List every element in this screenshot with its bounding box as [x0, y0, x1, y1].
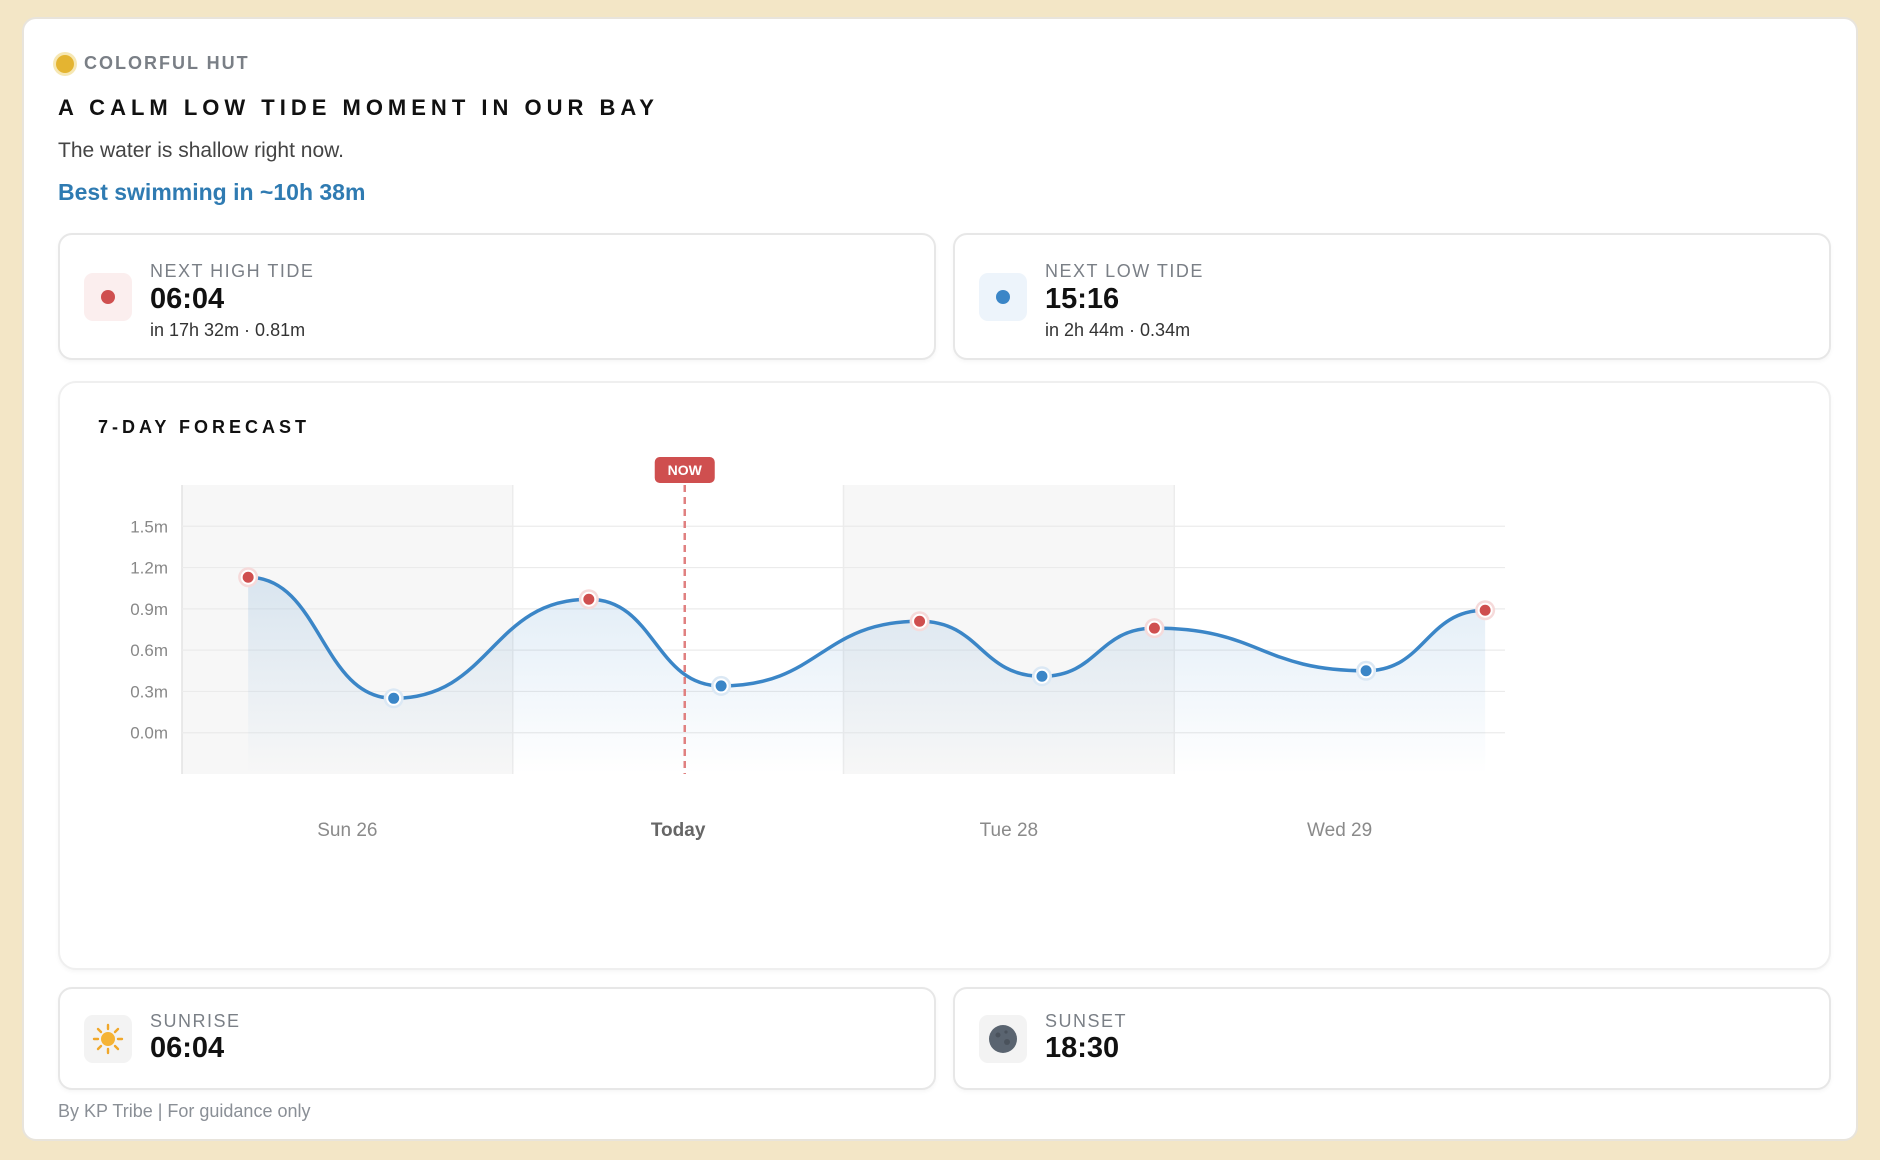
now-label: NOW	[668, 462, 703, 478]
brand: COLORFUL HUT	[56, 53, 250, 74]
brand-dot-icon	[56, 54, 74, 73]
x-tick-label: Sun 26	[317, 820, 377, 841]
swim-hint: Best swimming in ~10h 38m	[58, 179, 366, 205]
forecast-chart-card: 7-DAY FORECAST 1.5m 1.2m 0.9m 0.6m 0.3m 0.0m S…	[58, 381, 1831, 970]
sunset-time: 18:30	[1045, 1032, 1120, 1064]
tide-chart: 1.5m 1.2m 0.9m 0.6m 0.3m 0.0m Sun 26 Today Tue 2…	[130, 457, 1505, 841]
next-high-tide-time: 06:04	[150, 283, 225, 315]
next-low-tide-card: NEXT LOW TIDE 15:16 in 2h 44m · 0.34m	[953, 233, 1831, 360]
y-tick-label: 0.9m	[130, 600, 168, 619]
next-low-tide-time: 15:16	[1045, 283, 1120, 315]
next-high-tide-card: NEXT HIGH TIDE 06:04 in 17h 32m · 0.81m	[58, 233, 936, 360]
low-tide-icon	[979, 273, 1027, 321]
brand-name: COLORFUL HUT	[84, 53, 250, 73]
footer-credit: By KP Tribe | For guidance only	[58, 1101, 311, 1121]
y-tick-label: 1.5m	[130, 517, 168, 536]
headline: A CALM LOW TIDE MOMENT IN OUR BAY	[58, 95, 659, 120]
high-tide-point	[581, 591, 597, 607]
low-tide-point	[1034, 668, 1050, 684]
next-low-tide-label: NEXT LOW TIDE	[1045, 261, 1204, 281]
widget-frame: COLORFUL HUT A CALM LOW TIDE MOMENT IN O…	[22, 17, 1858, 1141]
sunrise-label: SUNRISE	[150, 1011, 241, 1031]
low-tide-point	[386, 690, 402, 706]
sunrise-card: SUNRISE 06:04	[58, 987, 936, 1090]
high-tide-point	[1146, 620, 1162, 636]
low-tide-point	[1358, 663, 1374, 679]
x-tick-label: Tue 28	[980, 820, 1038, 841]
high-tide-point	[240, 569, 256, 585]
low-tide-point	[713, 678, 729, 694]
moon-icon	[979, 1015, 1027, 1063]
x-tick-label: Wed 29	[1307, 820, 1372, 841]
high-tide-point	[1477, 602, 1493, 618]
high-tide-icon	[84, 273, 132, 321]
next-low-tide-detail: in 2h 44m · 0.34m	[1045, 320, 1191, 340]
sunset-label: SUNSET	[1045, 1011, 1128, 1031]
y-tick-label: 0.6m	[130, 641, 168, 660]
x-tick-label: Today	[651, 820, 706, 841]
status-text: The water is shallow right now.	[58, 139, 344, 162]
sunrise-time: 06:04	[150, 1032, 225, 1064]
y-tick-label: 0.0m	[130, 724, 168, 743]
sunset-card: SUNSET 18:30	[953, 987, 1831, 1090]
next-high-tide-detail: in 17h 32m · 0.81m	[150, 320, 306, 340]
y-tick-label: 0.3m	[130, 682, 168, 701]
high-tide-point	[912, 613, 928, 629]
next-high-tide-label: NEXT HIGH TIDE	[150, 261, 315, 281]
y-tick-label: 1.2m	[130, 559, 168, 578]
sun-icon	[84, 1015, 132, 1063]
